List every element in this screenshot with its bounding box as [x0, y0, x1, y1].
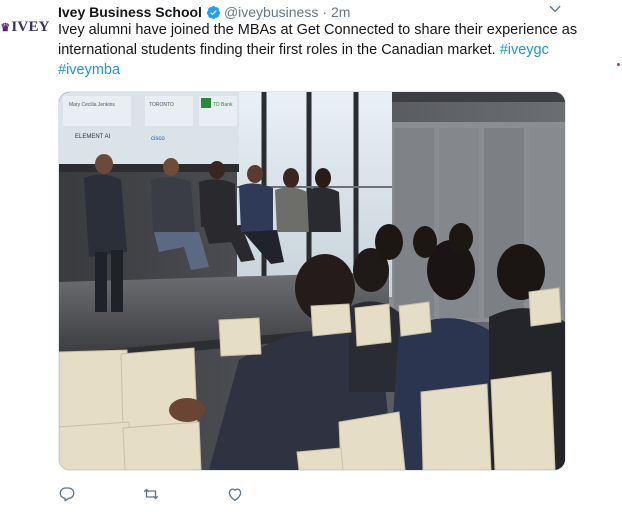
retweet-icon: [143, 488, 159, 500]
tweet-text: Ivey alumni have joined the MBAs at Get …: [58, 20, 578, 80]
tweet-text-body: international students finding their fir…: [58, 42, 496, 58]
avatar[interactable]: ♛IVEY: [0, 14, 49, 40]
logo-wordmark: IVEY: [11, 18, 50, 35]
tweet-header: Ivey Business School @iveybusiness · 2m: [58, 2, 350, 22]
verified-badge-icon: [206, 5, 221, 19]
slide-text: ELEMENT AI: [75, 134, 111, 140]
hashtag-link[interactable]: #iveygc: [500, 42, 549, 58]
handle[interactable]: @iveybusiness: [224, 4, 318, 20]
like-button[interactable]: [226, 484, 310, 504]
like-icon: [228, 488, 242, 502]
tweet: ♛IVEY Ivey Business School @iveybusiness…: [0, 0, 622, 512]
ivey-logo: ♛IVEY: [0, 19, 49, 36]
tweet-photo[interactable]: Mary Cecilia Jenkins TORONTO TD Bank ELE…: [58, 91, 566, 471]
separator-dot: ·: [322, 4, 327, 20]
reply-icon: [59, 487, 75, 502]
slide-text: TORONTO: [149, 102, 174, 108]
tweet-text-line-2: international students finding their fir…: [58, 40, 563, 60]
hashtag-link[interactable]: #iveymba: [58, 62, 120, 78]
slide-text: cisco: [151, 136, 165, 142]
timestamp[interactable]: 2m: [331, 4, 350, 20]
notification-dot: [617, 63, 620, 66]
retweet-button[interactable]: [142, 484, 226, 504]
display-name[interactable]: Ivey Business School: [58, 4, 202, 20]
slide-text: Mary Cecilia Jenkins: [69, 102, 115, 108]
tweet-text-line-1: Ivey alumni have joined the MBAs at Get …: [58, 22, 578, 38]
chevron-down-icon[interactable]: [548, 2, 562, 16]
shield-icon: ♛: [0, 21, 11, 34]
tweet-actions: [58, 484, 310, 504]
reply-button[interactable]: [58, 484, 142, 504]
panel-photo: Mary Cecilia Jenkins TORONTO TD Bank ELE…: [59, 92, 565, 470]
tweet-text-line-3: #iveymba: [58, 60, 563, 80]
slide-text: TD Bank: [213, 102, 233, 108]
